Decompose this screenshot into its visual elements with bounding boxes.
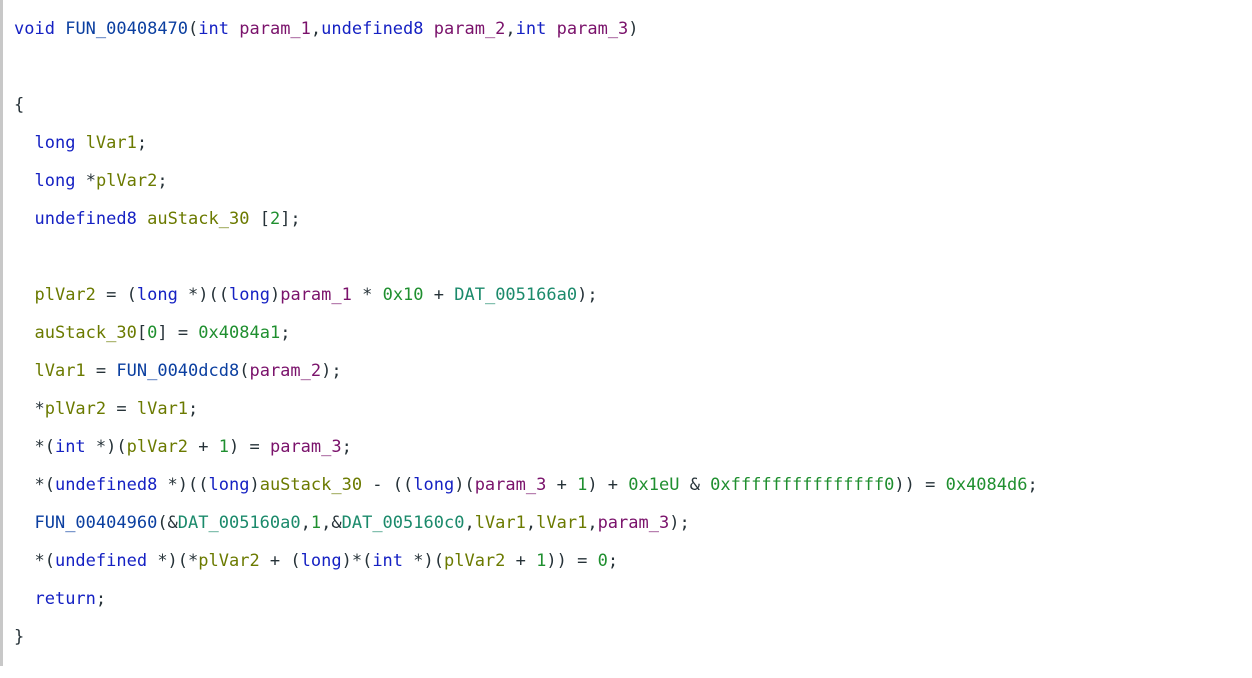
local-var[interactable]: plVar2 [96, 171, 157, 191]
code-line: *plVar2 = lVar1; [14, 399, 198, 419]
code-line: undefined8 auStack_30 [2]; [14, 209, 301, 229]
param[interactable]: param_1 [239, 19, 311, 39]
keyword-void: void [14, 19, 55, 39]
global-data[interactable]: DAT_005166a0 [454, 285, 577, 305]
code-line: auStack_30[0] = 0x4084a1; [14, 323, 290, 343]
code-line: void FUN_00408470(int param_1,undefined8… [14, 19, 639, 39]
gutter [0, 0, 3, 666]
code-line: *(int *)(plVar2 + 1) = param_3; [14, 437, 352, 457]
code-line: { [14, 95, 24, 115]
code-line: long *plVar2; [14, 171, 168, 191]
code-line: FUN_00404960(&DAT_005160a0,1,&DAT_005160… [14, 513, 690, 533]
code-line: return; [14, 589, 106, 609]
code-line: plVar2 = (long *)((long)param_1 * 0x10 +… [14, 285, 598, 305]
code-line: } [14, 627, 24, 647]
function-call[interactable]: FUN_00404960 [34, 513, 157, 533]
local-var[interactable]: lVar1 [86, 133, 137, 153]
param[interactable]: param_2 [434, 19, 506, 39]
global-data[interactable]: DAT_005160c0 [342, 513, 465, 533]
code-line: *(undefined *)(*plVar2 + (long)*(int *)(… [14, 551, 618, 571]
function-name[interactable]: FUN_00408470 [65, 19, 188, 39]
decompiled-code[interactable]: void FUN_00408470(int param_1,undefined8… [8, 10, 1252, 656]
function-call[interactable]: FUN_0040dcd8 [116, 361, 239, 381]
decompile-view[interactable]: void FUN_00408470(int param_1,undefined8… [0, 0, 1252, 666]
param[interactable]: param_3 [557, 19, 629, 39]
global-data[interactable]: DAT_005160a0 [178, 513, 301, 533]
code-line: lVar1 = FUN_0040dcd8(param_2); [14, 361, 342, 381]
local-var[interactable]: auStack_30 [147, 209, 249, 229]
code-line: *(undefined8 *)((long)auStack_30 - ((lon… [14, 475, 1038, 495]
code-line: long lVar1; [14, 133, 147, 153]
